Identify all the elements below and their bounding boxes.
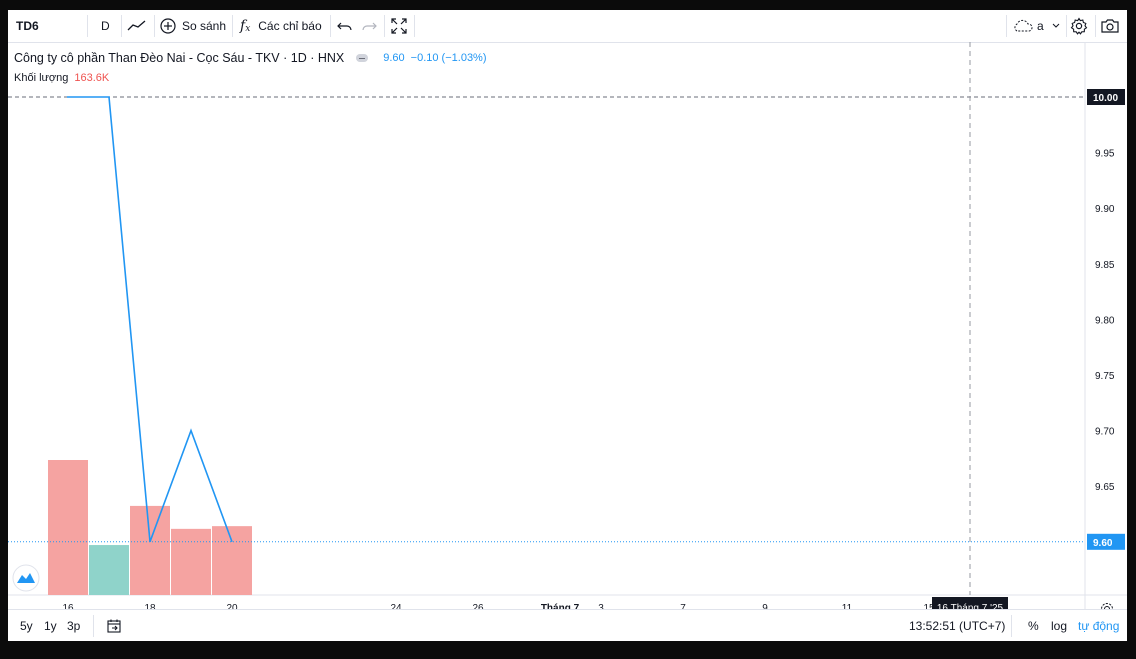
last-price-label: 9.60 xyxy=(1093,538,1113,549)
calendar-goto-icon xyxy=(106,618,122,634)
bottom-toolbar: 5y 1y 3p 13:52:51 (UTC+7) % log tự động xyxy=(8,609,1127,641)
snapshot-button[interactable] xyxy=(1100,10,1120,42)
percent-scale-button[interactable]: % xyxy=(1028,610,1039,641)
logo-badge[interactable] xyxy=(12,564,40,592)
indicators-button[interactable]: fx Các chỉ báo xyxy=(240,10,322,42)
line-chart-icon xyxy=(126,18,148,34)
settings-button[interactable] xyxy=(1070,10,1088,42)
volume-bar xyxy=(130,505,170,595)
y-tick-label: 9.65 xyxy=(1095,482,1115,493)
high-price-label: 10.00 xyxy=(1093,93,1118,104)
clock-label: 13:52:51 (UTC+7) xyxy=(909,619,1006,633)
camera-icon xyxy=(1100,18,1120,34)
range-3p-label: 3p xyxy=(67,619,81,633)
y-tick-label: 9.95 xyxy=(1095,149,1115,160)
volume-value: 163.6K xyxy=(74,72,110,84)
last-price: 9.60 xyxy=(383,52,405,64)
undo-button[interactable] xyxy=(336,10,354,42)
range-1y-button[interactable]: 1y xyxy=(44,610,57,641)
y-tick-label: 9.75 xyxy=(1095,371,1115,382)
volume-legend-row: Khối lượng 163.6K xyxy=(14,68,487,88)
add-circle-icon xyxy=(159,17,177,35)
log-scale-button[interactable]: log xyxy=(1051,610,1067,641)
compare-button[interactable]: So sánh xyxy=(159,10,226,42)
goto-date-button[interactable] xyxy=(106,610,122,641)
percent-label: % xyxy=(1028,619,1039,633)
redo-button[interactable] xyxy=(360,10,378,42)
series-title: Công ty cô phần Than Đèo Nai - Cọc Sáu -… xyxy=(14,51,345,65)
volume-bar xyxy=(89,545,129,595)
indicators-label: Các chỉ báo xyxy=(258,19,322,33)
layout-dropdown[interactable]: a xyxy=(1012,10,1060,42)
chart-style-button[interactable] xyxy=(126,10,148,42)
compare-label: So sánh xyxy=(182,19,227,33)
range-1y-label: 1y xyxy=(44,619,57,633)
interval-button[interactable]: D xyxy=(101,10,110,42)
y-tick-label: 9.80 xyxy=(1095,315,1115,326)
volume-label: Khối lượng xyxy=(14,72,69,84)
range-3p-button[interactable]: 3p xyxy=(67,610,80,641)
cloud-icon xyxy=(1012,19,1034,33)
undo-icon xyxy=(336,18,354,34)
layout-label: a xyxy=(1037,19,1044,33)
top-toolbar: TD6 D So sánh fx Các chỉ báo a xyxy=(8,10,1127,43)
y-tick-label: 9.85 xyxy=(1095,260,1115,271)
auto-label: tự động xyxy=(1078,619,1120,633)
gear-icon xyxy=(1070,17,1088,35)
range-5y-button[interactable]: 5y xyxy=(20,610,33,641)
chart-legend: Công ty cô phần Than Đèo Nai - Cọc Sáu -… xyxy=(14,48,487,88)
clock: 13:52:51 (UTC+7) xyxy=(909,610,1005,641)
volume-bar xyxy=(171,528,211,595)
price-change: −0.10 (−1.03%) xyxy=(410,52,487,64)
symbol-label: TD6 xyxy=(16,19,39,33)
function-icon: fx xyxy=(240,18,251,34)
fullscreen-button[interactable] xyxy=(389,10,409,42)
fullscreen-icon xyxy=(389,16,409,36)
volume-bar xyxy=(48,460,88,595)
price-line xyxy=(67,96,233,543)
series-menu-icon[interactable] xyxy=(356,54,369,62)
y-tick-label: 9.90 xyxy=(1095,204,1115,215)
range-5y-label: 5y xyxy=(20,619,33,633)
redo-icon xyxy=(360,18,378,34)
symbol-search-button[interactable]: TD6 xyxy=(16,10,39,42)
chevron-down-icon xyxy=(1052,23,1060,29)
volume-bar xyxy=(212,526,252,595)
log-label: log xyxy=(1051,619,1068,633)
chart-widget: TD6 D So sánh fx Các chỉ báo a 9.95 9.90… xyxy=(8,10,1127,641)
chart-canvas[interactable]: 9.959.909.859.809.759.709.6516 18 20 24 26 Th… xyxy=(8,42,1127,609)
y-tick-label: 9.70 xyxy=(1095,427,1115,438)
series-legend-row: Công ty cô phần Than Đèo Nai - Cọc Sáu -… xyxy=(14,48,487,68)
interval-label: D xyxy=(101,19,110,33)
auto-scale-button[interactable]: tự động xyxy=(1078,610,1119,641)
